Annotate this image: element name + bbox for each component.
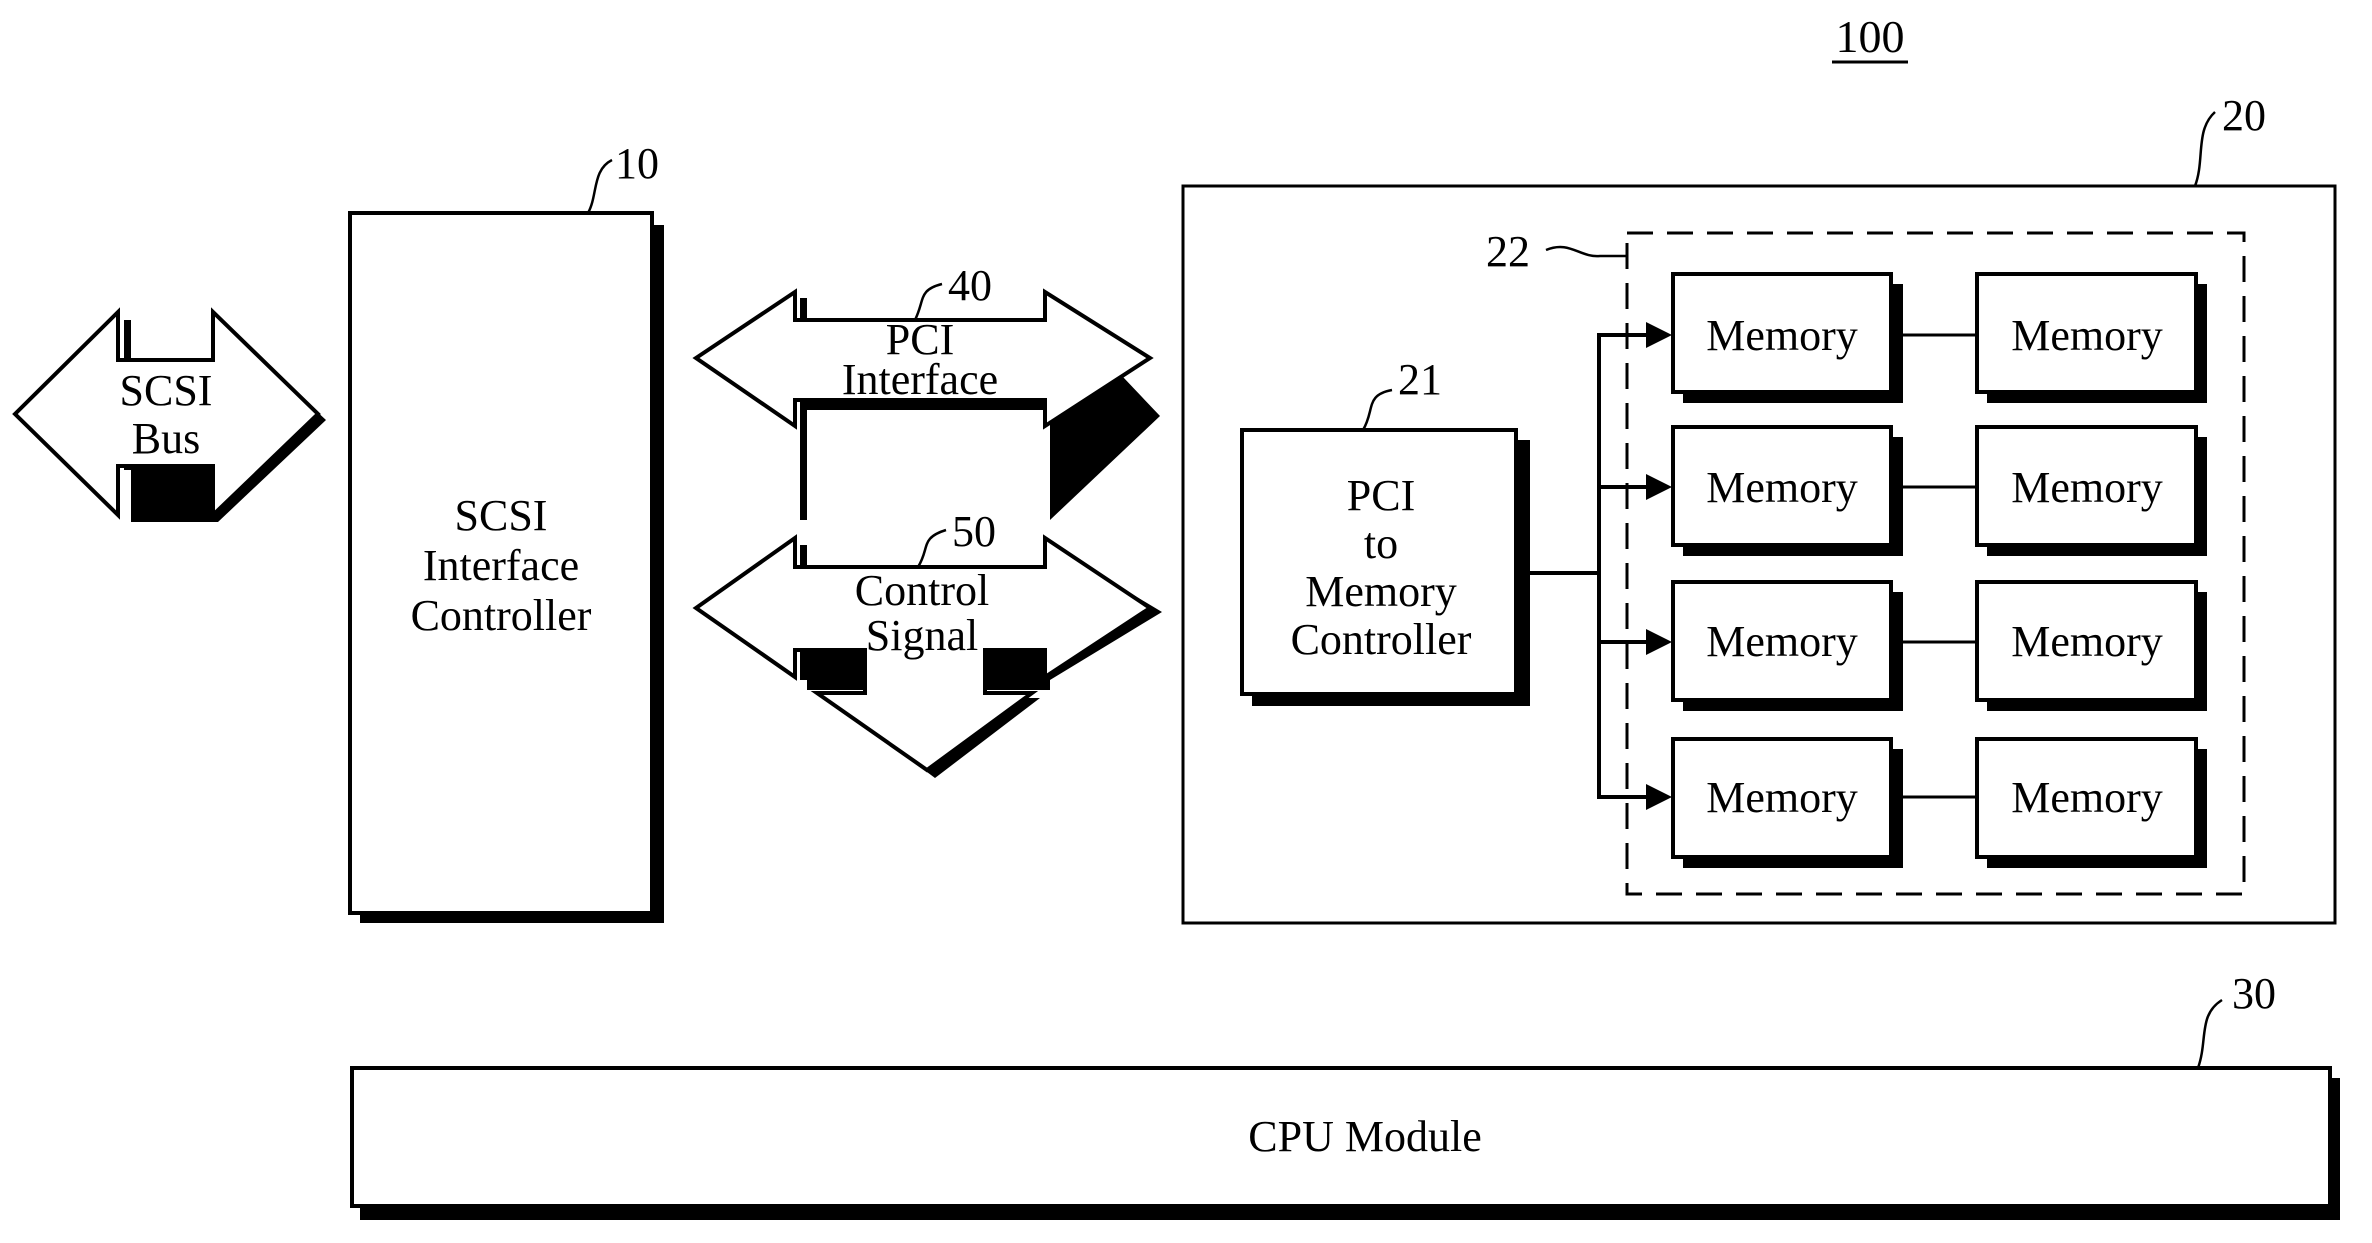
pci-interface-arrow: PCI Interface 40 (692, 261, 1160, 520)
pci-to-memory-controller-label-line-1: PCI (1347, 471, 1415, 520)
scsi-bus-label-line-2: Bus (132, 414, 200, 463)
control-signal-label-line-2: Signal (866, 611, 978, 660)
control-signal-label-line-1: Control (855, 566, 989, 615)
scsi-bus-arrow: SCSI Bus (12, 307, 326, 522)
memory-label: Memory (2011, 773, 2163, 822)
pci-to-memory-controller-label-line-4: Controller (1291, 615, 1472, 664)
scsi-bus-label-line-1: SCSI (120, 366, 213, 415)
ref-10-leader (586, 158, 613, 214)
memory-label: Memory (2011, 311, 2163, 360)
scsi-controller-label-line-3: Controller (411, 591, 592, 640)
control-signal-arrow: Control Signal 50 (692, 507, 1162, 778)
ref-50-label: 50 (952, 507, 996, 556)
memory-module: 20 PCI to Memory Controller 21 22 Memory… (1181, 91, 2337, 925)
pci-to-memory-controller-label-line-3: Memory (1305, 567, 1457, 616)
ref-40-label: 40 (948, 261, 992, 310)
ref-21-label: 21 (1398, 355, 1442, 404)
scsi-controller-label-line-2: Interface (423, 541, 579, 590)
memory-label: Memory (1706, 617, 1858, 666)
memory-label: Memory (2011, 617, 2163, 666)
figure-number: 100 (1836, 11, 1905, 62)
ref-20-label: 20 (2222, 91, 2266, 140)
scsi-interface-controller: SCSI Interface Controller 10 (348, 139, 664, 923)
ref-10-label: 10 (615, 139, 659, 188)
ref-20-leader (2193, 111, 2216, 187)
scsi-controller-label-line-1: SCSI (455, 491, 548, 540)
memory-label: Memory (2011, 463, 2163, 512)
ref-30-leader (2196, 998, 2223, 1069)
ref-50-leader (916, 528, 947, 568)
cpu-module-label: CPU Module (1248, 1112, 1481, 1161)
ref-30-label: 30 (2232, 969, 2276, 1018)
figure-reference: 100 (1832, 11, 1908, 64)
memory-label: Memory (1706, 311, 1858, 360)
pci-to-memory-controller-label-line-2: to (1364, 519, 1398, 568)
pci-interface-label-line-2: Interface (842, 355, 998, 404)
block-diagram: 100 SCSI Bus SCSI Interface Controller 1… (12, 11, 2340, 1220)
memory-label: Memory (1706, 463, 1858, 512)
ref-22-label: 22 (1486, 227, 1530, 276)
memory-label: Memory (1706, 773, 1858, 822)
cpu-module: CPU Module 30 (350, 969, 2340, 1220)
